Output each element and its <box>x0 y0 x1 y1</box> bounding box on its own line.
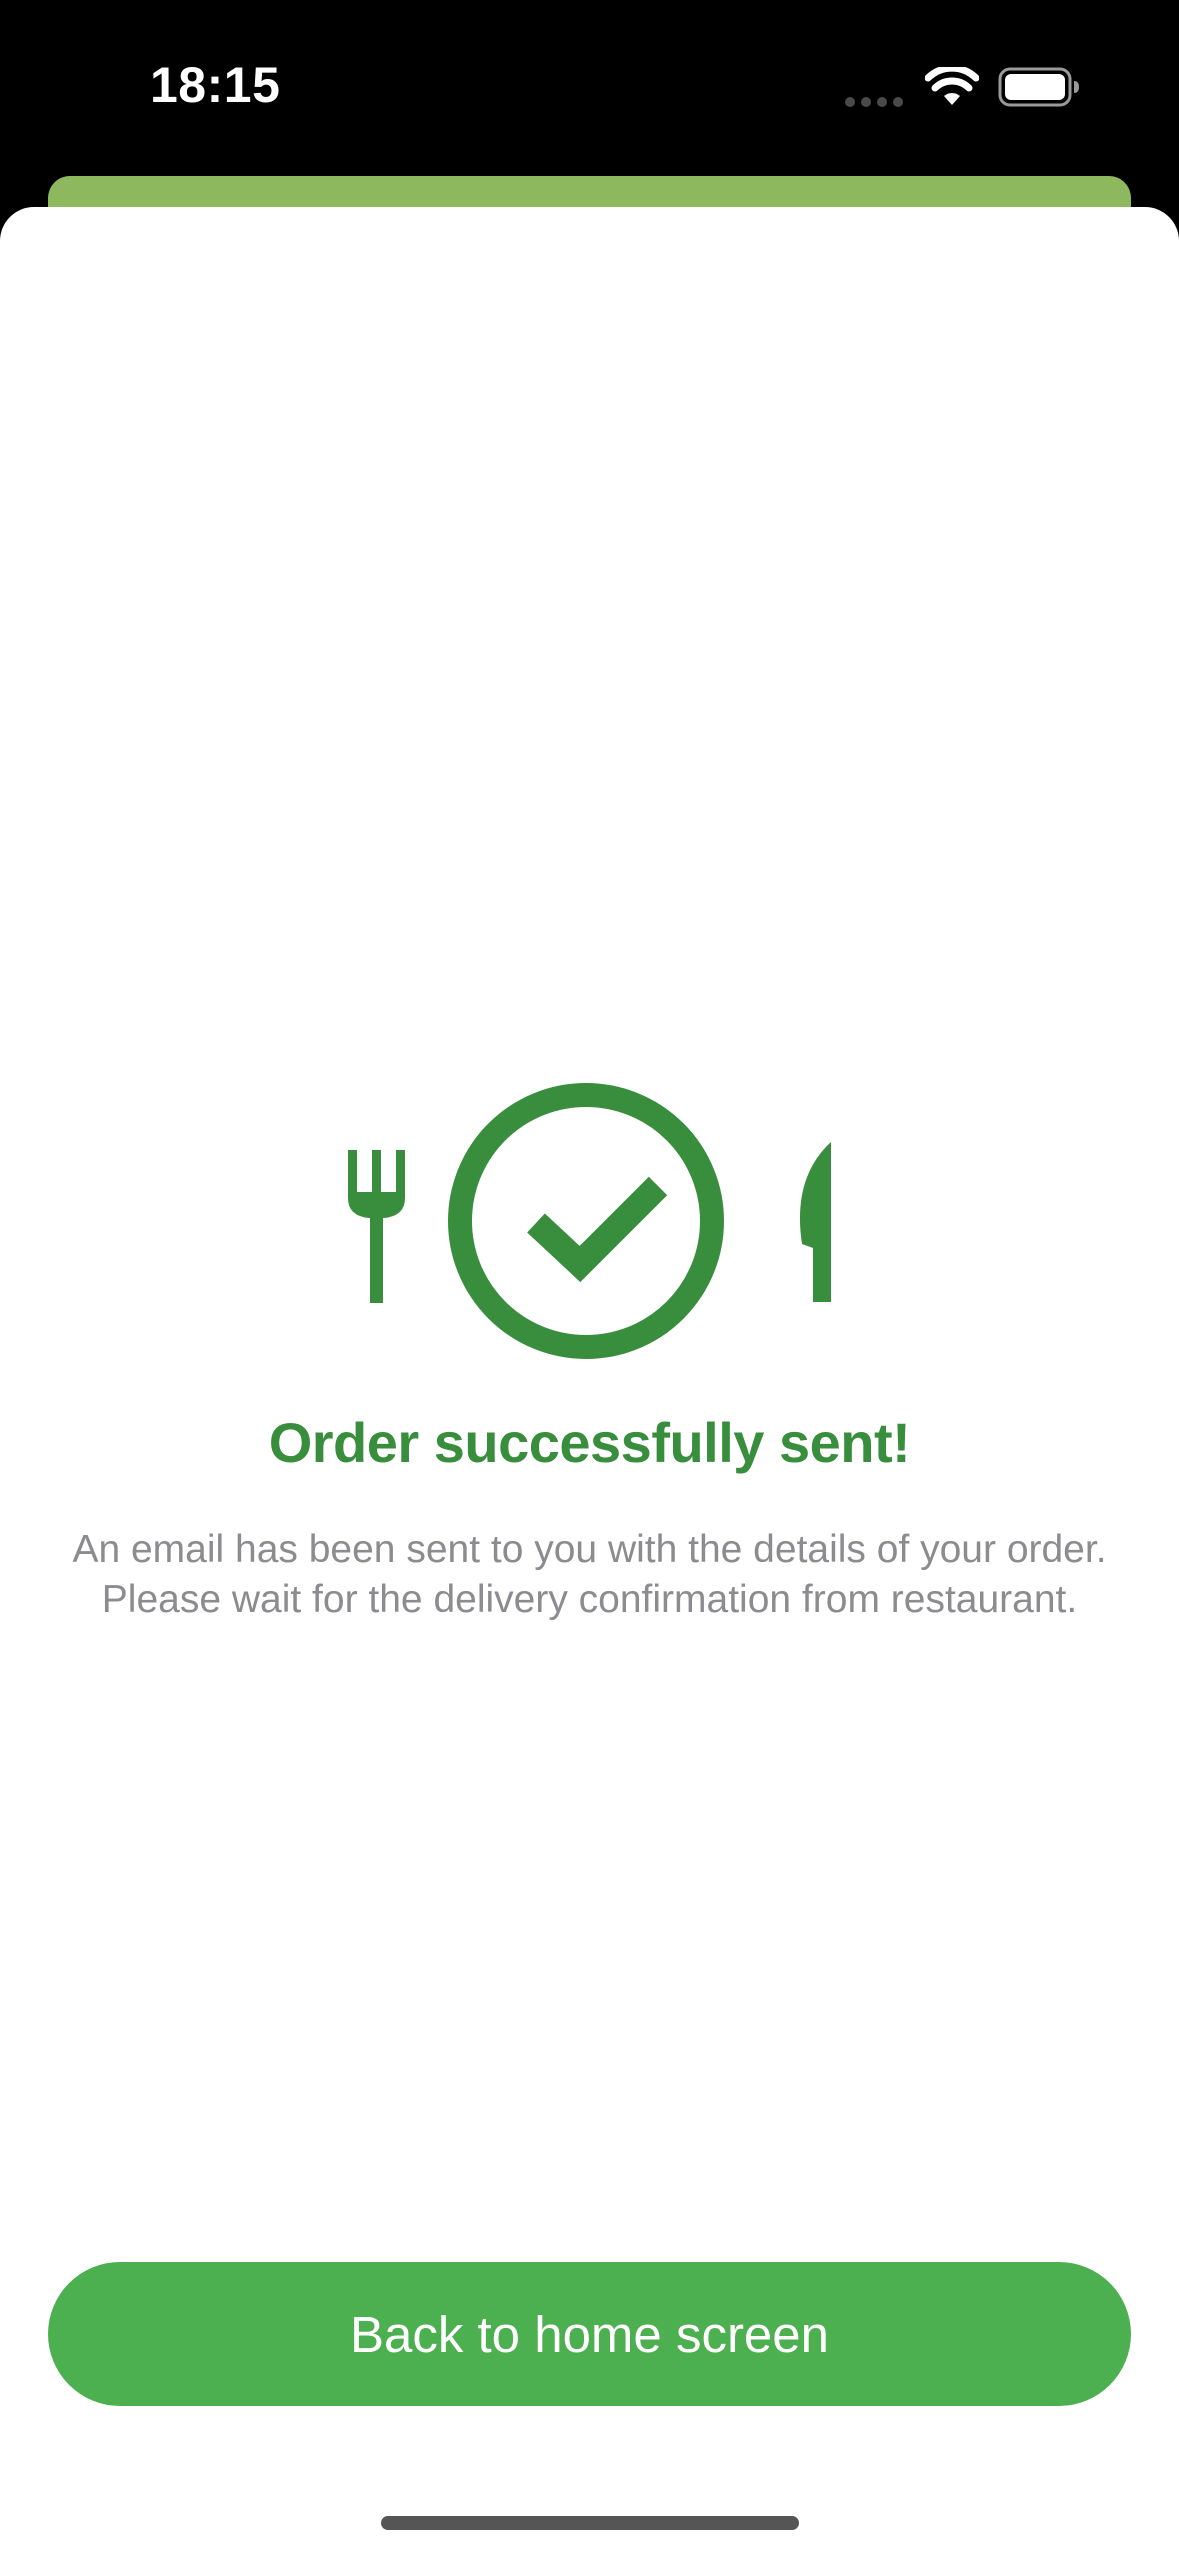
success-title: Order successfully sent! <box>268 1411 911 1474</box>
back-to-home-button[interactable]: Back to home screen <box>48 2262 1131 2406</box>
home-indicator[interactable] <box>381 2516 799 2530</box>
success-message: An email has been sent to you with the d… <box>72 1528 1107 1621</box>
modal-sheet <box>0 207 1179 2556</box>
battery-icon <box>998 67 1079 107</box>
wifi-icon <box>925 67 979 105</box>
cellular-signal-icon <box>845 97 903 107</box>
knife-icon <box>799 1142 831 1302</box>
status-bar: 18:15 <box>0 0 1179 175</box>
status-time: 18:15 <box>150 57 281 113</box>
order-success-screen: 18:15 Order successfully sent! An email … <box>0 0 1179 2556</box>
checkmark-circle-icon <box>448 1083 724 1359</box>
fork-icon <box>348 1150 405 1303</box>
order-success-illustration <box>348 1083 831 1359</box>
